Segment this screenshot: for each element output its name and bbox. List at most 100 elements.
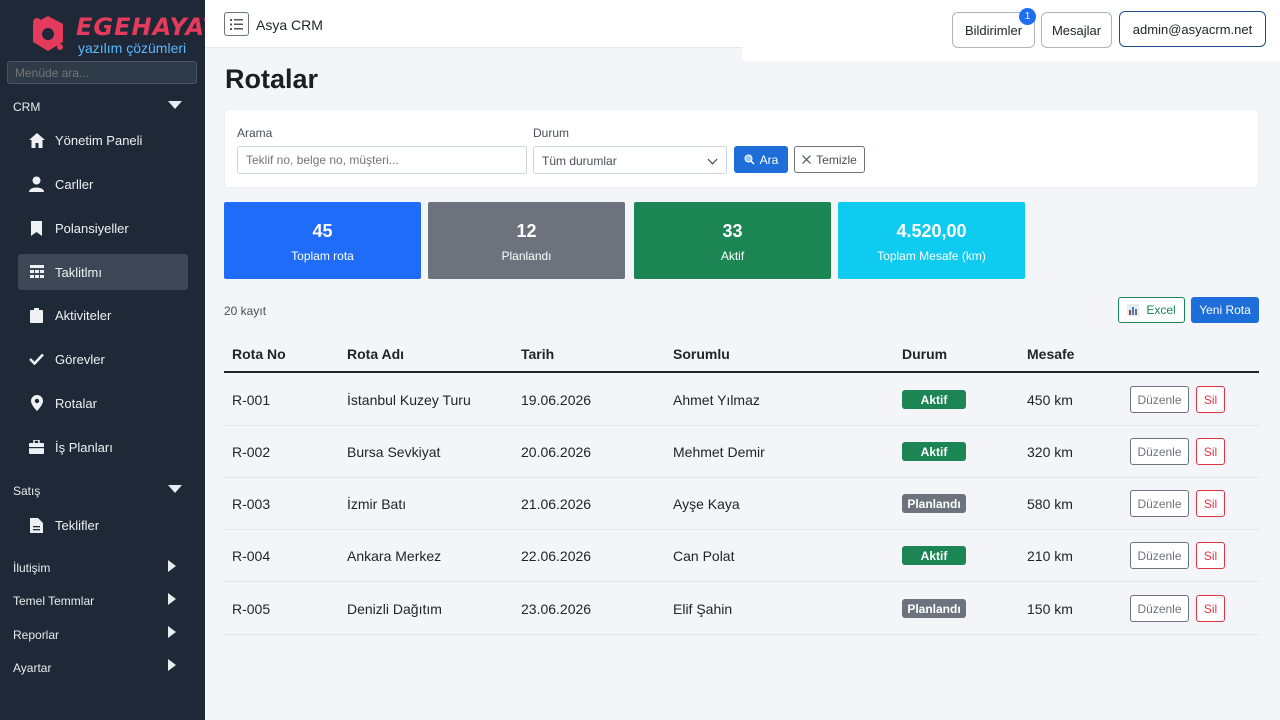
- cell-route-no: R-003: [232, 496, 271, 512]
- home-icon: [28, 132, 45, 149]
- messages-button[interactable]: Mesajlar: [1041, 12, 1112, 48]
- cell-owner: Ayşe Kaya: [673, 496, 740, 512]
- map-pin-icon: [28, 395, 45, 412]
- clipboard-icon: [28, 307, 45, 324]
- cell-date: 20.06.2026: [521, 444, 592, 460]
- stat-label: Toplam Mesafe (km): [877, 249, 986, 263]
- delete-button[interactable]: Sil: [1196, 542, 1225, 569]
- stat-value: 12: [516, 221, 537, 241]
- brand-subtitle: yazılım çözümleri: [78, 40, 187, 56]
- sidebar-item-carller[interactable]: Carller: [18, 166, 188, 202]
- cell-date: 21.06.2026: [521, 496, 592, 512]
- search-label: Arama: [237, 126, 273, 140]
- edit-button[interactable]: Düzenle: [1130, 490, 1189, 517]
- close-icon: [802, 155, 812, 164]
- delete-button[interactable]: Sil: [1196, 438, 1225, 465]
- section-ilutisim[interactable]: İlutişim: [13, 561, 50, 575]
- page-title: Rotalar: [225, 64, 319, 94]
- sidebar-item-label: İş Planları: [55, 439, 113, 455]
- stat-card-total: 45 Toplam rota: [224, 202, 421, 279]
- cell-route-name: İstanbul Kuzey Turu: [347, 392, 471, 408]
- notifications-count-badge: 1: [1019, 8, 1036, 25]
- status-select[interactable]: Tüm durumlar: [533, 146, 727, 174]
- app-title: Asya CRM: [256, 17, 323, 33]
- sidebar-item-label: Aktiviteler: [55, 307, 112, 323]
- logo-mark-icon: [33, 16, 63, 51]
- excel-export-button[interactable]: Excel: [1118, 297, 1185, 323]
- table-row: R-003 İzmir Batı 21.06.2026 Ayşe Kaya 580 km…: [224, 478, 1259, 530]
- stat-value: 33: [722, 221, 743, 241]
- check-icon: [28, 351, 45, 368]
- delete-button[interactable]: Sil: [1196, 595, 1225, 622]
- sidebar-item-label: Teklifler: [55, 517, 100, 533]
- sidebar-item-is-planlari[interactable]: İş Planları: [18, 429, 188, 465]
- section-temel-temmlar[interactable]: Temel Temmlar: [13, 594, 94, 608]
- table-row: R-004 Ankara Merkez 22.06.2026 Can Polat 210…: [224, 530, 1259, 582]
- brand-logo[interactable]: EGEHAYAT yazılım çözümleri: [0, 0, 219, 60]
- cell-owner: Ahmet Yılmaz: [673, 392, 760, 408]
- search-button[interactable]: Ara: [734, 146, 788, 173]
- user-menu-button[interactable]: admin@asyacrm.net: [1119, 11, 1266, 47]
- chevron-down-icon: [707, 154, 718, 165]
- caret-right-icon[interactable]: [168, 626, 176, 638]
- delete-button[interactable]: Sil: [1196, 490, 1225, 517]
- edit-button[interactable]: Düzenle: [1130, 386, 1189, 413]
- sidebar-item-taklitlmi[interactable]: Taklitlmı: [18, 254, 188, 290]
- sidebar-item-rotalar[interactable]: Rotalar: [18, 385, 188, 421]
- caret-down-icon[interactable]: [168, 485, 182, 493]
- topbar-actions: Bildirimler 1 Mesajlar admin@asyacrm.net: [742, 0, 1280, 61]
- column-header[interactable]: Mesafe: [1027, 346, 1074, 362]
- column-header[interactable]: Rota No: [232, 346, 286, 362]
- cell-route-no: R-004: [232, 548, 271, 564]
- caret-down-icon[interactable]: [168, 101, 182, 109]
- section-ayartar[interactable]: Ayartar: [13, 661, 51, 675]
- menu-toggle-button[interactable]: [224, 12, 249, 36]
- clear-button[interactable]: Temizle: [794, 146, 865, 173]
- edit-button[interactable]: Düzenle: [1130, 542, 1189, 569]
- search-button-label: Ara: [759, 152, 779, 167]
- table-row: R-005 Denizli Dağıtım 23.06.2026 Elif Şahin…: [224, 583, 1259, 635]
- briefcase-icon: [28, 439, 45, 456]
- sidebar-item-teklifler[interactable]: Teklifler: [18, 507, 188, 543]
- menu-search-input[interactable]: [7, 61, 197, 84]
- search-input[interactable]: [237, 146, 527, 174]
- status-select-value: Tüm durumlar: [542, 154, 617, 168]
- cell-date: 22.06.2026: [521, 548, 592, 564]
- column-header[interactable]: Rota Adı: [347, 346, 404, 362]
- cell-route-name: Ankara Merkez: [347, 548, 442, 564]
- chart-icon: [1127, 304, 1140, 316]
- cell-date: 23.06.2026: [521, 601, 592, 617]
- section-crm[interactable]: CRM: [13, 100, 40, 114]
- cell-owner: Can Polat: [673, 548, 735, 564]
- list-icon: [230, 18, 243, 30]
- column-header[interactable]: Sorumlu: [673, 346, 730, 362]
- delete-button[interactable]: Sil: [1196, 386, 1225, 413]
- column-header[interactable]: Durum: [902, 346, 947, 362]
- column-header[interactable]: Tarih: [521, 346, 554, 362]
- table-row: R-002 Bursa Sevkiyat 20.06.2026 Mehmet Demi…: [224, 426, 1259, 478]
- brand-title: EGEHAYAT: [76, 13, 221, 41]
- cell-distance: 150 km: [1027, 601, 1073, 617]
- caret-right-icon[interactable]: [168, 560, 176, 572]
- status-badge: Aktif: [902, 442, 966, 461]
- clear-button-label: Temizle: [816, 152, 857, 167]
- cell-route-no: R-001: [232, 392, 271, 408]
- caret-right-icon[interactable]: [168, 659, 176, 671]
- sidebar-item-dashboard[interactable]: Yönetim Paneli: [18, 122, 188, 158]
- section-reporlar[interactable]: Reporlar: [13, 628, 59, 642]
- sidebar-item-label: Yönetim Paneli: [55, 132, 143, 148]
- stat-value: 4.520,00: [896, 221, 967, 241]
- cell-route-name: Bursa Sevkiyat: [347, 444, 441, 460]
- section-satis[interactable]: Satış: [13, 484, 40, 498]
- sidebar-item-polansiyeller[interactable]: Polansiyeller: [18, 210, 188, 246]
- stat-label: Planlandı: [501, 249, 552, 263]
- edit-button[interactable]: Düzenle: [1130, 595, 1189, 622]
- cell-owner: Mehmet Demir: [673, 444, 765, 460]
- grid-icon: [28, 264, 45, 281]
- excel-button-label: Excel: [1146, 303, 1176, 317]
- sidebar-item-gorevler[interactable]: Görevler: [18, 341, 188, 377]
- new-route-button[interactable]: Yeni Rota: [1191, 297, 1259, 323]
- caret-right-icon[interactable]: [168, 593, 176, 605]
- sidebar-item-aktiviteler[interactable]: Aktiviteler: [18, 297, 188, 333]
- edit-button[interactable]: Düzenle: [1130, 438, 1189, 465]
